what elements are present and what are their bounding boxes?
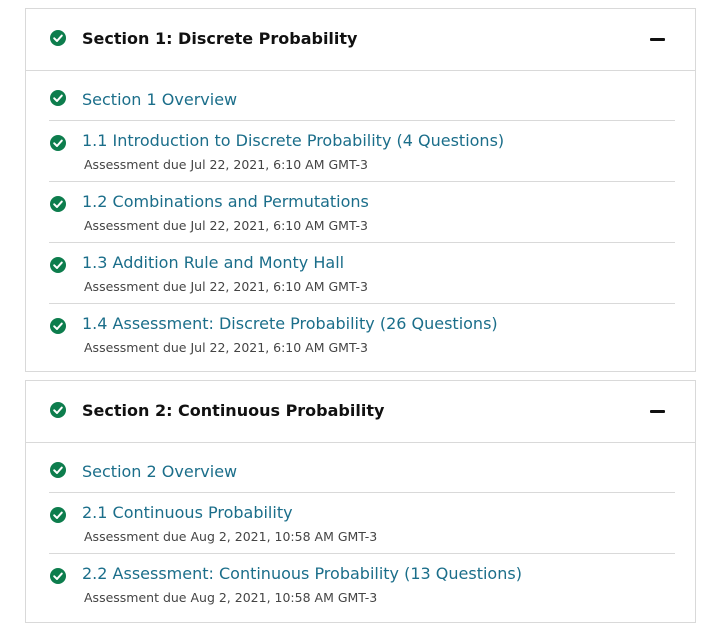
check-circle-icon [50,90,66,106]
section-header[interactable]: Section 2: Continuous Probability [26,381,695,443]
section-title: Section 1: Discrete Probability [82,29,358,48]
collapse-minus-icon[interactable] [650,38,665,41]
item-link[interactable]: 2.1 Continuous Probability [82,503,293,522]
section-header[interactable]: Section 1: Discrete Probability [26,9,695,71]
due-date-text: Assessment due Jul 22, 2021, 6:10 AM GMT… [84,157,368,172]
list-item[interactable]: 1.1 Introduction to Discrete Probability… [49,121,675,182]
collapse-minus-icon[interactable] [650,410,665,413]
check-circle-icon [50,318,66,334]
item-link[interactable]: 1.2 Combinations and Permutations [82,192,369,211]
check-circle-icon [50,402,66,418]
item-link[interactable]: 1.1 Introduction to Discrete Probability… [82,131,504,150]
section-1-card: Section 1: Discrete Probability Section … [25,8,696,372]
check-circle-icon [50,196,66,212]
list-item[interactable]: Section 2 Overview [49,443,675,493]
check-circle-icon [50,568,66,584]
check-circle-icon [50,462,66,478]
section-title: Section 2: Continuous Probability [82,401,385,420]
due-date-text: Assessment due Jul 22, 2021, 6:10 AM GMT… [84,218,368,233]
check-circle-icon [50,507,66,523]
section-items: Section 1 Overview 1.1 Introduction to D… [26,71,695,365]
due-date-text: Assessment due Aug 2, 2021, 10:58 AM GMT… [84,590,378,605]
due-date-text: Assessment due Jul 22, 2021, 6:10 AM GMT… [84,340,368,355]
list-item[interactable]: 1.3 Addition Rule and Monty Hall Assessm… [49,243,675,304]
section-2-card: Section 2: Continuous Probability Sectio… [25,380,696,623]
item-link[interactable]: 1.4 Assessment: Discrete Probability (26… [82,314,498,333]
item-link[interactable]: 1.3 Addition Rule and Monty Hall [82,253,344,272]
item-link[interactable]: Section 1 Overview [82,90,237,109]
item-link[interactable]: 2.2 Assessment: Continuous Probability (… [82,564,522,583]
item-link[interactable]: Section 2 Overview [82,462,237,481]
list-item[interactable]: 2.2 Assessment: Continuous Probability (… [49,554,675,615]
section-items: Section 2 Overview 2.1 Continuous Probab… [26,443,695,615]
list-item[interactable]: 1.4 Assessment: Discrete Probability (26… [49,304,675,365]
list-item[interactable]: Section 1 Overview [49,71,675,121]
due-date-text: Assessment due Aug 2, 2021, 10:58 AM GMT… [84,529,378,544]
list-item[interactable]: 2.1 Continuous Probability Assessment du… [49,493,675,554]
check-circle-icon [50,135,66,151]
list-item[interactable]: 1.2 Combinations and Permutations Assess… [49,182,675,243]
check-circle-icon [50,30,66,46]
check-circle-icon [50,257,66,273]
due-date-text: Assessment due Jul 22, 2021, 6:10 AM GMT… [84,279,368,294]
